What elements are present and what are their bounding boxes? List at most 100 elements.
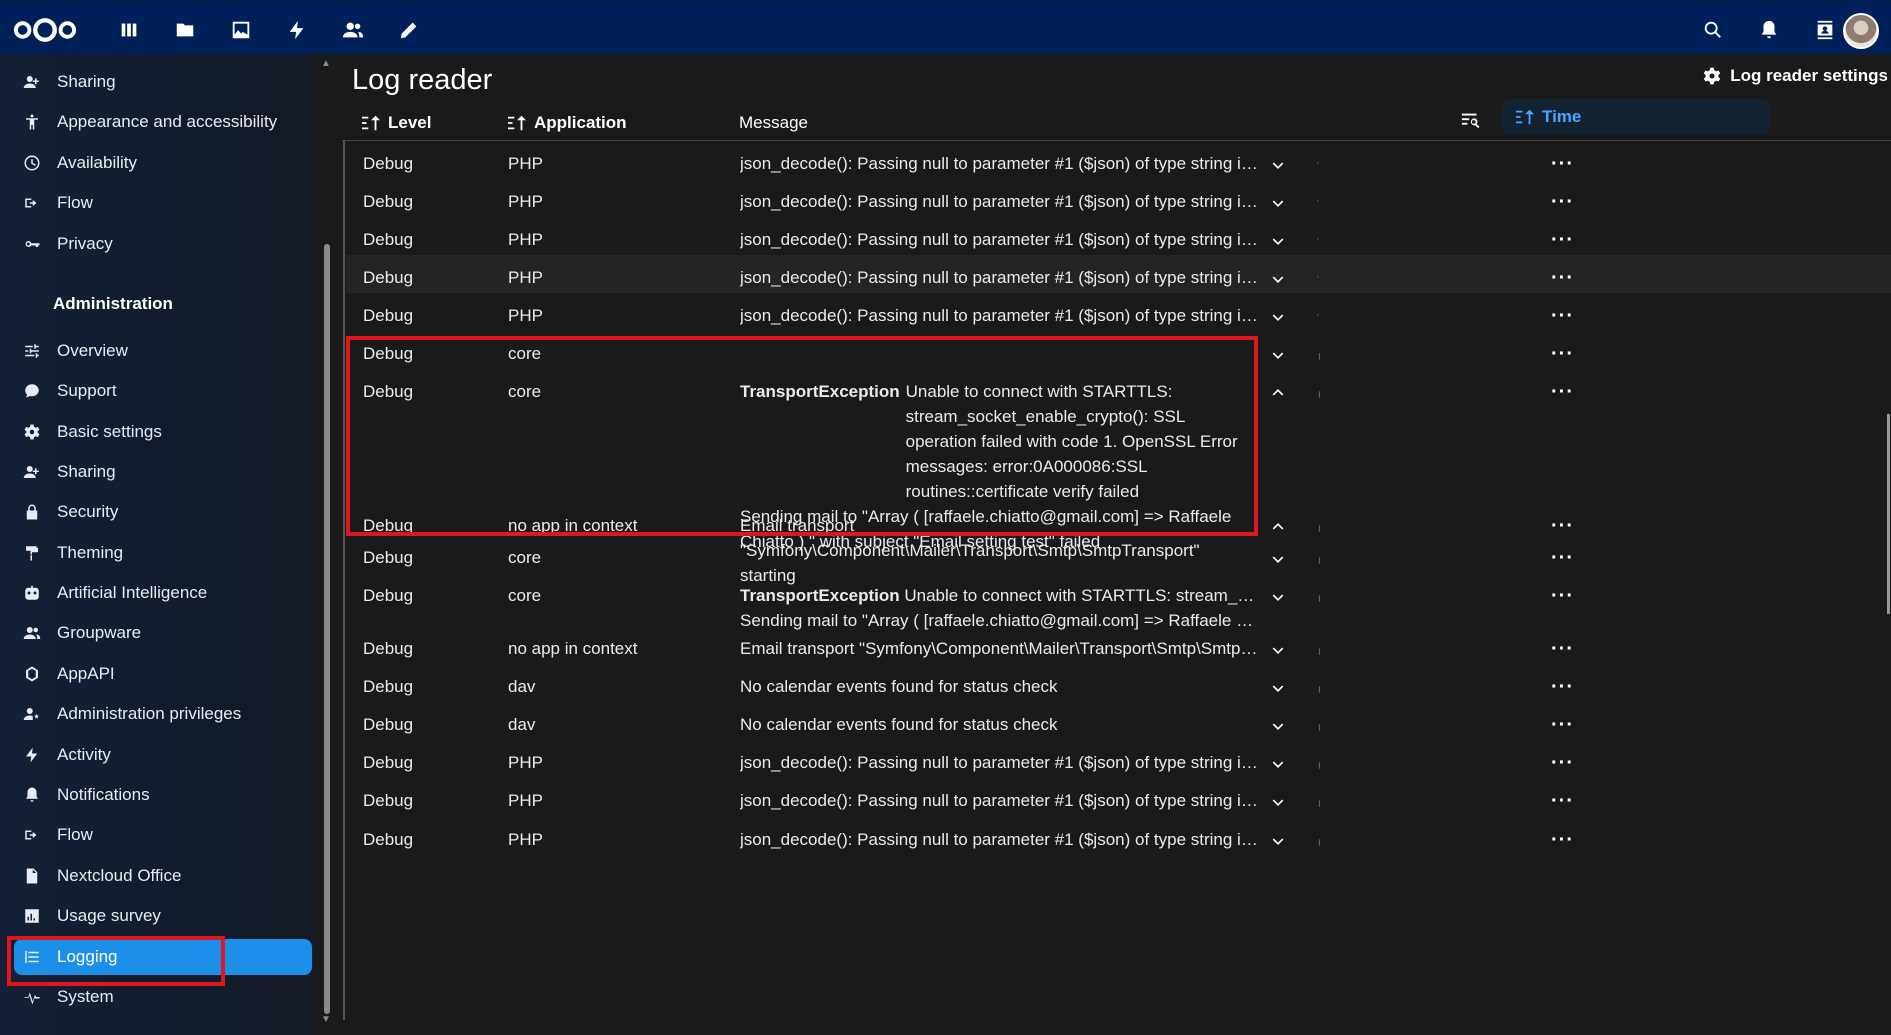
more-actions-icon[interactable]: ··· xyxy=(1551,790,1574,813)
dashboard-icon[interactable] xyxy=(114,15,144,45)
table-row[interactable]: Debug no app in context Email transport … xyxy=(346,626,1891,664)
settings-label: Log reader settings xyxy=(1730,66,1888,85)
notes-icon[interactable] xyxy=(394,15,424,45)
log-app: PHP xyxy=(508,192,543,211)
more-actions-icon[interactable]: ··· xyxy=(1551,191,1574,214)
nextcloud-logo[interactable] xyxy=(10,15,80,45)
log-message: json_decode(): Passing null to parameter… xyxy=(740,306,1260,325)
sort-icon xyxy=(1516,109,1534,125)
chevron-down-icon[interactable] xyxy=(1268,193,1290,215)
sidebar-item-label: Sharing xyxy=(57,72,116,91)
sidebar-item-basic-settings[interactable]: Basic settings xyxy=(14,414,312,450)
sidebar-item-nextcloud-office[interactable]: Nextcloud Office xyxy=(14,858,312,894)
sidebar-item-usage-survey[interactable]: Usage survey xyxy=(14,898,312,934)
column-header-level[interactable]: Level xyxy=(360,108,431,138)
administration-heading: Administration xyxy=(53,294,173,313)
exception-message: Unable to connect with STARTTLS: stream_… xyxy=(904,586,1260,605)
sidebar-item-appapi[interactable]: AppAPI xyxy=(14,656,312,692)
more-actions-icon[interactable]: ··· xyxy=(1551,714,1574,737)
time-value: ╷ xyxy=(1316,520,1323,532)
table-row[interactable]: Debug PHP json_decode(): Passing null to… xyxy=(346,740,1891,778)
more-actions-icon[interactable]: ··· xyxy=(1551,752,1574,775)
chevron-down-icon[interactable] xyxy=(1268,716,1290,738)
gear-icon xyxy=(20,420,44,444)
table-row[interactable]: Debug PHP json_decode(): Passing null to… xyxy=(346,817,1891,855)
table-row[interactable]: Debug PHP json_decode(): Passing null to… xyxy=(346,255,1891,293)
more-actions-icon[interactable]: ··· xyxy=(1551,585,1574,608)
chevron-down-icon[interactable] xyxy=(1268,831,1290,853)
user-avatar[interactable] xyxy=(1843,13,1879,49)
gear-icon xyxy=(1703,67,1721,85)
table-row[interactable]: Debug dav No calendar events found for s… xyxy=(346,664,1891,702)
chevron-down-icon[interactable] xyxy=(1268,792,1290,814)
table-scrollbar-thumb[interactable] xyxy=(1887,414,1890,614)
sidebar-item-groupware[interactable]: Groupware xyxy=(14,615,312,651)
chevron-up-icon[interactable] xyxy=(1268,383,1290,405)
flow-icon xyxy=(20,823,44,847)
files-icon[interactable] xyxy=(170,15,200,45)
paint-icon xyxy=(20,541,44,565)
sidebar-item-sharing[interactable]: Sharing xyxy=(14,454,312,490)
chevron-down-icon[interactable] xyxy=(1268,587,1290,609)
table-row[interactable]: Debug dav No calendar events found for s… xyxy=(346,702,1891,740)
scroll-down-arrow[interactable]: ▼ xyxy=(321,1014,331,1025)
sidebar-item-appearance[interactable]: Appearance and accessibility xyxy=(14,104,312,140)
contacts-icon[interactable] xyxy=(338,15,368,45)
sidebar-item-activity[interactable]: Activity xyxy=(14,737,312,773)
table-row[interactable]: Debug PHP json_decode(): Passing null to… xyxy=(346,141,1891,179)
contacts-menu-icon[interactable] xyxy=(1810,15,1840,45)
filter-list-icon[interactable] xyxy=(1460,110,1484,134)
photos-icon[interactable] xyxy=(226,15,256,45)
scroll-up-arrow[interactable]: ▲ xyxy=(321,58,331,69)
more-actions-icon[interactable]: ··· xyxy=(1551,676,1574,699)
sidebar-item-support[interactable]: Support xyxy=(14,373,312,409)
more-actions-icon[interactable]: ··· xyxy=(1551,229,1574,252)
table-row[interactable]: Debug PHP json_decode(): Passing null to… xyxy=(346,217,1891,255)
chevron-down-icon[interactable] xyxy=(1268,231,1290,253)
search-icon[interactable] xyxy=(1698,15,1728,45)
table-row[interactable]: Debug PHP json_decode(): Passing null to… xyxy=(346,179,1891,217)
chevron-down-icon[interactable] xyxy=(1268,345,1290,367)
table-row[interactable]: Debug core TransportException Unable to … xyxy=(346,573,1891,631)
column-header-time[interactable]: Time xyxy=(1502,99,1770,135)
table-row[interactable]: Debug core ╷ ··· xyxy=(346,535,1891,573)
sidebar-scrollbar-thumb[interactable] xyxy=(324,244,330,1014)
activity-icon[interactable] xyxy=(282,15,312,45)
chevron-down-icon[interactable] xyxy=(1268,754,1290,776)
table-row[interactable]: Debug PHP json_decode(): Passing null to… xyxy=(346,778,1891,816)
sidebar-item-privacy[interactable]: Privacy xyxy=(14,226,312,262)
sidebar-item-administration-privileges[interactable]: Administration privileges xyxy=(14,696,312,732)
log-level: Debug xyxy=(363,753,414,772)
more-actions-icon[interactable]: ··· xyxy=(1551,638,1574,661)
log-message: No calendar events found for status chec… xyxy=(740,715,1058,734)
more-actions-icon[interactable]: ··· xyxy=(1551,829,1574,852)
sidebar-item-notifications[interactable]: Notifications xyxy=(14,777,312,813)
table-row[interactable]: Debug PHP json_decode(): Passing null to… xyxy=(346,293,1891,331)
sidebar-item-overview[interactable]: Overview xyxy=(14,333,312,369)
sidebar-item-theming[interactable]: Theming xyxy=(14,535,312,571)
sidebar-item-personal-flow[interactable]: Flow xyxy=(14,185,312,221)
chevron-down-icon[interactable] xyxy=(1268,549,1290,571)
notifications-icon[interactable] xyxy=(1754,15,1784,45)
more-actions-icon[interactable]: ··· xyxy=(1551,343,1574,366)
sidebar-item-availability[interactable]: Availability xyxy=(14,145,312,181)
chevron-down-icon[interactable] xyxy=(1268,640,1290,662)
more-actions-icon[interactable]: ··· xyxy=(1551,267,1574,290)
chevron-down-icon[interactable] xyxy=(1268,307,1290,329)
time-value: ╷ xyxy=(1316,386,1323,398)
more-actions-icon[interactable]: ··· xyxy=(1551,305,1574,328)
more-actions-icon[interactable]: ··· xyxy=(1551,381,1574,404)
sidebar-item-flow[interactable]: Flow xyxy=(14,817,312,853)
log-reader-settings-button[interactable]: Log reader settings xyxy=(1702,66,1888,86)
column-header-application[interactable]: Application xyxy=(506,108,627,138)
log-app: PHP xyxy=(508,791,543,810)
chevron-down-icon[interactable] xyxy=(1268,155,1290,177)
sidebar-item-personal-sharing[interactable]: Sharing xyxy=(14,64,312,100)
chevron-down-icon[interactable] xyxy=(1268,269,1290,291)
log-message: json_decode(): Passing null to parameter… xyxy=(740,230,1260,249)
sidebar-item-artificial-intelligence[interactable]: Artificial Intelligence xyxy=(14,575,312,611)
sidebar-item-security[interactable]: Security xyxy=(14,494,312,530)
chevron-down-icon[interactable] xyxy=(1268,678,1290,700)
more-actions-icon[interactable]: ··· xyxy=(1551,153,1574,176)
more-actions-icon[interactable]: ··· xyxy=(1551,547,1574,570)
